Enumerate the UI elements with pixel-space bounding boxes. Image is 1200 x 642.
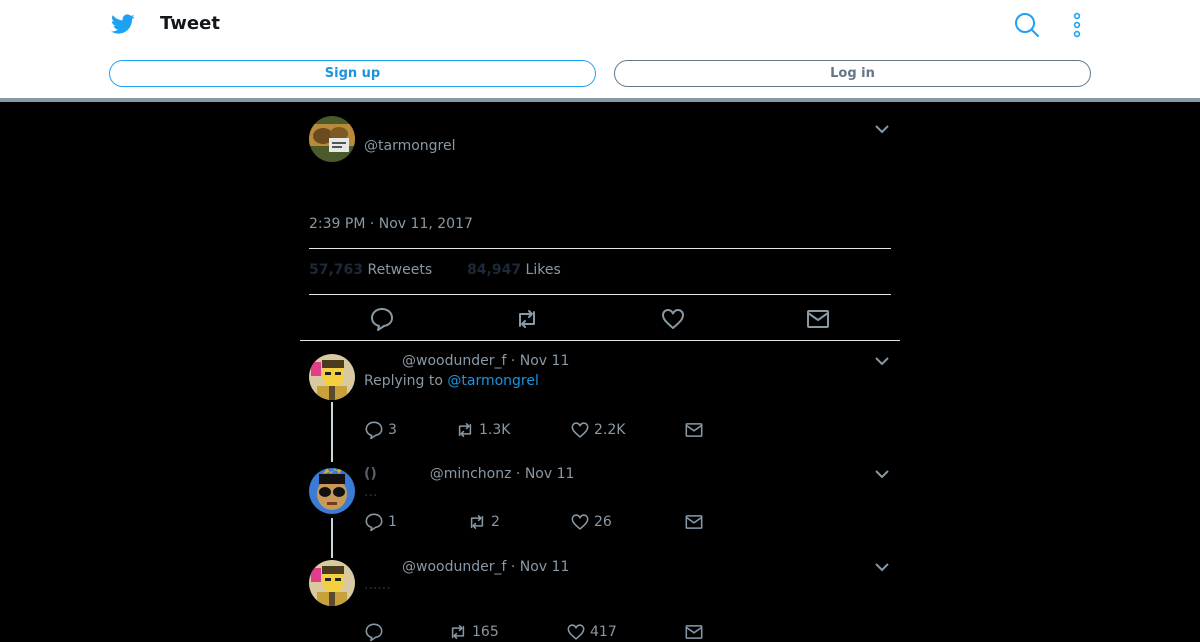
likes-label: Likes [525,262,561,278]
retweet-action[interactable]: 1.3K [455,420,510,440]
thread-line [331,402,333,462]
reply-header: () @minchonz · Nov 11 [364,466,575,482]
reply-date[interactable]: Nov 11 [525,466,575,482]
retweet-action[interactable]: 165 [448,622,499,642]
divider [309,294,891,295]
like-action[interactable]: 2.2K [570,420,625,440]
envelope-icon [685,423,703,437]
reply-date[interactable]: Nov 11 [520,559,570,575]
like-count: 417 [590,624,617,640]
retweet-icon [458,423,472,437]
avatar[interactable] [309,354,355,400]
heart-icon [567,624,585,640]
thread-line [331,518,333,558]
like-action[interactable]: 417 [566,622,617,642]
like-count[interactable]: 84,947 [467,262,521,278]
like-count: 2.2K [594,422,626,438]
envelope-icon [685,625,703,639]
retweet-icon[interactable] [514,306,540,332]
heart-icon [571,422,589,438]
avatar[interactable] [309,116,355,162]
retweet-count[interactable]: 57,763 [309,262,363,278]
top-bar: Tweet Sign up Log in [0,0,1200,98]
reply-count: 1 [388,514,397,530]
like-action[interactable]: 26 [570,512,612,532]
dm-action[interactable] [684,420,704,440]
reply-handle[interactable]: @woodunder_f [402,559,506,575]
heart-icon [571,514,589,530]
retweet-icon [470,515,484,529]
more-options-icon[interactable] [1068,12,1086,38]
reply-handle[interactable]: @woodunder_f [402,353,506,369]
replying-to: Replying to @tarmongrel [364,373,539,389]
tweet-timestamp[interactable]: 2:39 PM · Nov 11, 2017 [309,216,473,232]
divider [300,340,900,341]
reply-display-name[interactable]: () [364,466,377,482]
retweet-count: 165 [472,624,499,640]
retweet-action[interactable]: 2 [467,512,500,532]
reply-action[interactable] [364,622,388,642]
reply-text: ... [364,484,378,500]
reply-action[interactable]: 3 [364,420,397,440]
search-icon[interactable] [1014,12,1040,38]
avatar[interactable] [309,560,355,606]
reply-icon [365,421,383,440]
retweet-icon [451,625,465,639]
reply-count: 3 [388,422,397,438]
reply-icon[interactable] [369,306,395,332]
tweet-detail: @tarmongrel 2:39 PM · Nov 11, 2017 57,76… [300,102,900,642]
avatar[interactable] [309,468,355,514]
retweet-count: 1.3K [479,422,511,438]
sign-up-button[interactable]: Sign up [109,60,596,87]
divider [309,248,891,249]
page-title: Tweet [160,13,220,34]
log-in-button[interactable]: Log in [614,60,1091,87]
chevron-down-icon[interactable] [874,468,890,480]
reply-text: ...... [364,577,391,593]
reply-icon [365,513,383,532]
dm-action[interactable] [684,622,704,642]
author-handle[interactable]: @tarmongrel [364,138,456,154]
chevron-down-icon[interactable] [874,561,890,573]
retweets-label: Retweets [367,262,433,278]
mention-link[interactable]: @tarmongrel [447,373,539,389]
reply-header: @woodunder_f · Nov 11 [402,559,570,575]
envelope-icon[interactable] [805,306,831,332]
dm-action[interactable] [684,512,704,532]
reply-handle[interactable]: @minchonz [430,466,512,482]
reply-header: @woodunder_f · Nov 11 [402,353,570,369]
chevron-down-icon[interactable] [874,123,890,135]
retweet-count: 2 [491,514,500,530]
like-count: 26 [594,514,612,530]
chevron-down-icon[interactable] [874,355,890,367]
heart-icon[interactable] [660,306,686,332]
twitter-bird-icon[interactable] [110,12,136,36]
reply-date[interactable]: Nov 11 [520,353,570,369]
reply-action[interactable]: 1 [364,512,397,532]
envelope-icon [685,515,703,529]
tweet-stats: 57,763 Retweets 84,947 Likes [309,262,561,278]
reply-icon [365,623,383,642]
